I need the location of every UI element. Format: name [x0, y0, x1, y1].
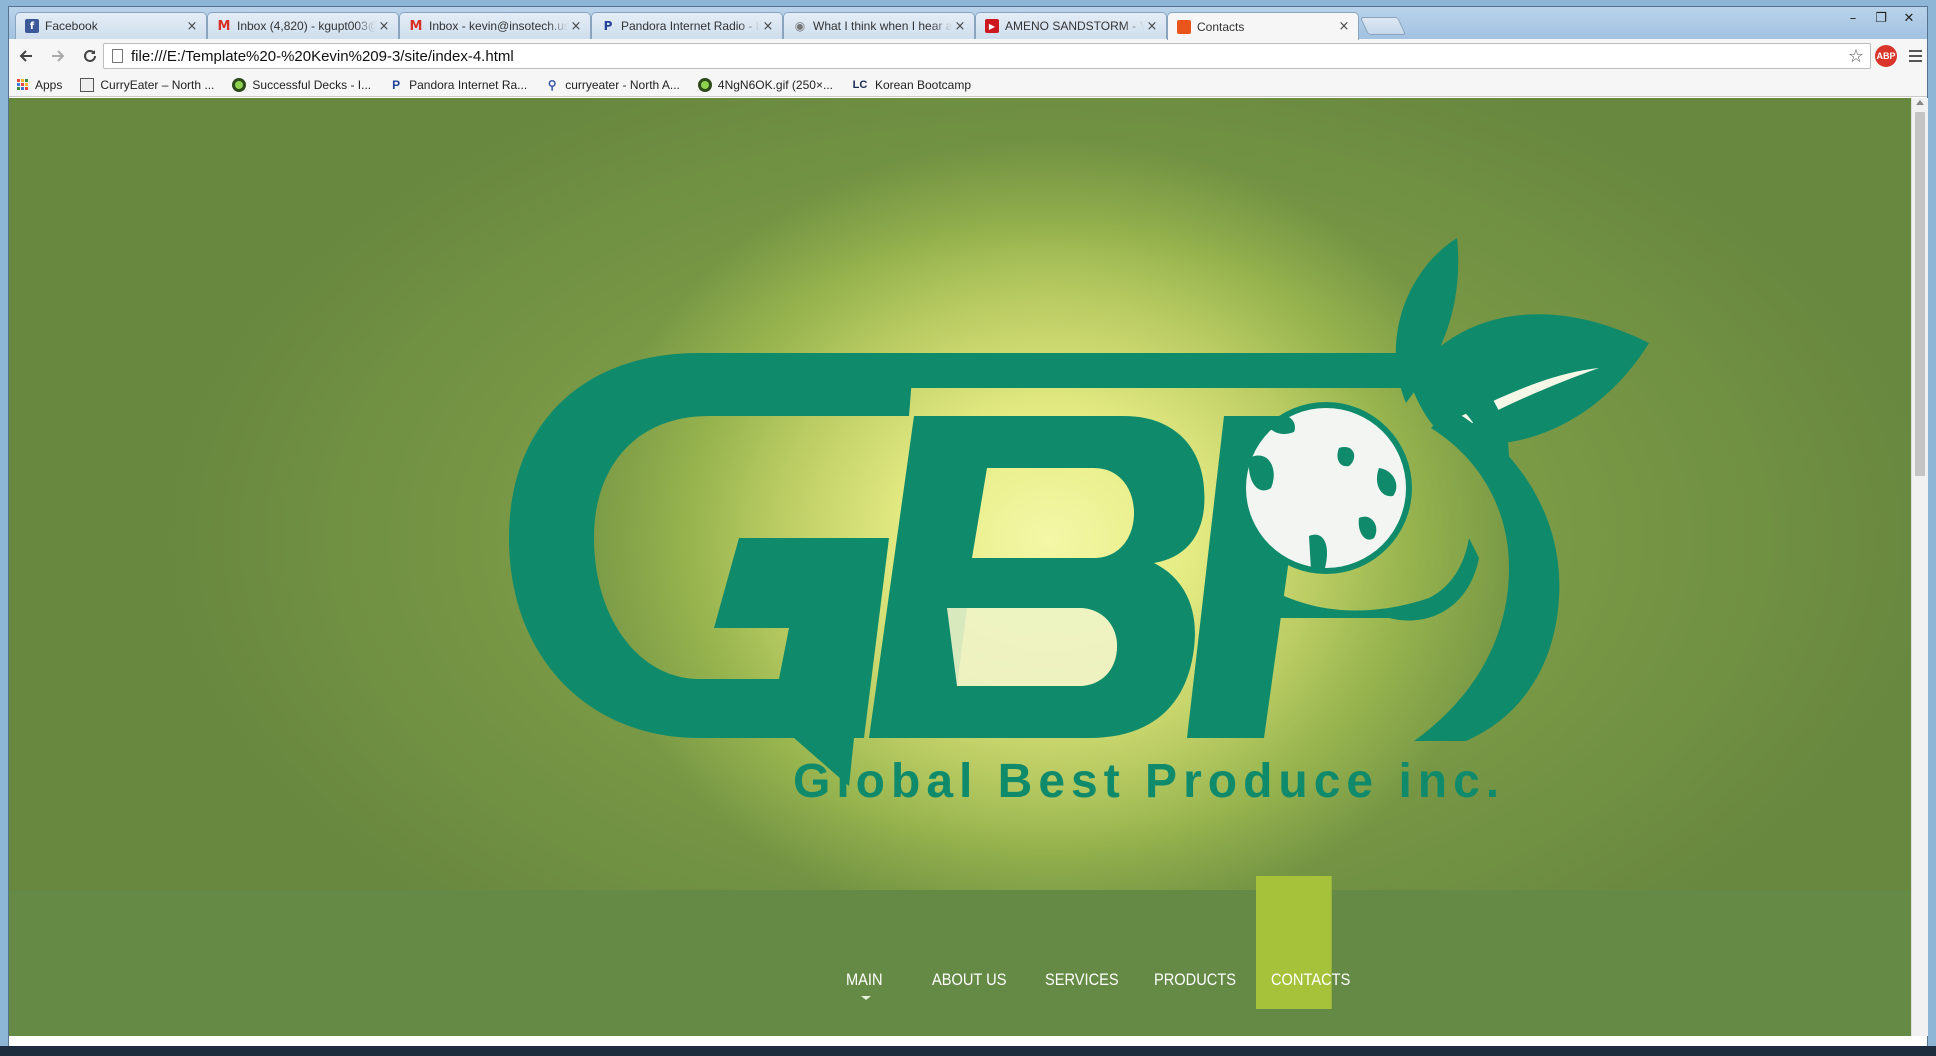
bookmark-label: curryeater - North A...: [565, 77, 680, 92]
bookmark-label: 4NgN6OK.gif (250×...: [717, 77, 833, 92]
tab-reddit[interactable]: ◉ What I think when I hear a ×: [783, 12, 975, 39]
bookmark-successful-decks[interactable]: Successful Decks - I...: [232, 77, 372, 92]
nav-main[interactable]: MAIN: [846, 970, 883, 990]
main-navigation: MAIN ABOUT US SERVICES PRODUCTS CONTACTS: [9, 876, 1911, 1036]
apps-icon: [15, 78, 29, 92]
link-icon: ⚲: [547, 77, 557, 92]
green-circle-icon: [697, 77, 712, 92]
page-icon: [80, 77, 95, 92]
chevron-down-icon: [861, 996, 871, 1000]
forward-arrow-icon: [52, 50, 65, 62]
tab-title: Inbox (4,820) - kgupt003@: [237, 19, 376, 33]
bookmark-label: Successful Decks - I...: [252, 77, 372, 92]
tab-title: Contacts: [1197, 19, 1245, 34]
nav-about-us[interactable]: ABOUT US: [932, 970, 1006, 990]
bookmark-pandora[interactable]: P Pandora Internet Ra...: [389, 78, 527, 92]
green-circle-icon: [232, 77, 247, 92]
pandora-icon: P: [603, 19, 613, 33]
forward-button[interactable]: [43, 42, 73, 70]
tab-youtube[interactable]: ▶ AMENO SANDSTORM - Y ×: [975, 12, 1167, 39]
close-icon[interactable]: ×: [184, 19, 200, 34]
youtube-icon: ▶: [985, 19, 999, 33]
bookmarks-bar: Apps CurryEater – North ... Successful D…: [9, 73, 1927, 97]
gmail-icon: M: [217, 18, 231, 34]
bookmark-curryeater-north[interactable]: ⚲ curryeater - North A...: [545, 78, 680, 92]
pandora-icon: P: [392, 77, 401, 92]
tab-pandora[interactable]: P Pandora Internet Radio - L ×: [591, 12, 783, 39]
bookmark-star-icon[interactable]: ☆: [1848, 46, 1864, 67]
tab-facebook[interactable]: f Facebook ×: [15, 12, 207, 39]
nav-services[interactable]: SERVICES: [1045, 970, 1119, 990]
close-icon[interactable]: ×: [760, 19, 776, 34]
reload-button[interactable]: [75, 42, 105, 70]
reddit-icon: ◉: [794, 19, 806, 33]
company-name: Global Best Produce inc.: [793, 755, 1506, 808]
tab-title: Inbox - kevin@insotech.us: [429, 19, 568, 33]
browser-window: f Facebook × M Inbox (4,820) - kgupt003@…: [8, 6, 1928, 1046]
os-taskbar: [0, 1046, 1936, 1056]
close-icon[interactable]: ×: [376, 19, 392, 34]
bookmark-label: Pandora Internet Ra...: [409, 77, 528, 92]
new-tab-button[interactable]: [1359, 17, 1407, 35]
bookmark-apps[interactable]: Apps: [15, 78, 62, 92]
tab-inbox-kevin[interactable]: M Inbox - kevin@insotech.us ×: [399, 12, 591, 39]
page-viewport: Global Best Produce inc. MAIN ABOUT US S…: [9, 98, 1911, 1036]
facebook-icon: f: [25, 19, 39, 33]
vertical-scrollbar[interactable]: [1911, 98, 1928, 1036]
bookmark-curryeater[interactable]: CurryEater – North ...: [80, 77, 215, 92]
back-arrow-icon: [19, 50, 32, 62]
adblock-plus-icon[interactable]: ABP: [1875, 45, 1897, 67]
reload-icon: [84, 49, 96, 62]
address-bar[interactable]: file:///E:/Template%20-%20Kevin%209-3/si…: [103, 43, 1871, 69]
scroll-thumb[interactable]: [1915, 112, 1925, 476]
tab-inbox-kgupt[interactable]: M Inbox (4,820) - kgupt003@ ×: [207, 12, 399, 39]
close-icon[interactable]: ×: [952, 19, 968, 34]
url-text[interactable]: file:///E:/Template%20-%20Kevin%209-3/si…: [131, 48, 1848, 65]
tab-title: Pandora Internet Radio - L: [621, 19, 760, 33]
gmail-icon: M: [409, 18, 423, 34]
close-icon[interactable]: ×: [568, 19, 584, 34]
bookmark-label: CurryEater – North ...: [100, 77, 215, 92]
chrome-menu-icon[interactable]: [1905, 45, 1925, 67]
tab-title: AMENO SANDSTORM - Y: [1005, 19, 1144, 33]
nav-contacts[interactable]: CONTACTS: [1271, 970, 1350, 990]
bookmark-gif[interactable]: 4NgN6OK.gif (250×...: [697, 77, 833, 92]
tab-title: What I think when I hear a: [813, 19, 952, 33]
page-icon: [112, 49, 123, 63]
page-bottom-strip: [9, 1036, 1927, 1046]
scroll-up-icon[interactable]: [1916, 100, 1924, 105]
back-button[interactable]: [11, 42, 41, 70]
bookmark-label: Korean Bootcamp: [874, 77, 972, 92]
bookmark-korean-bootcamp[interactable]: LC Korean Bootcamp: [851, 78, 971, 92]
nav-products[interactable]: PRODUCTS: [1154, 970, 1236, 990]
restore-icon[interactable]: ❐: [1867, 7, 1895, 29]
close-icon[interactable]: ×: [1144, 19, 1160, 34]
tab-strip: f Facebook × M Inbox (4,820) - kgupt003@…: [9, 7, 1927, 40]
minimize-icon[interactable]: –: [1839, 7, 1867, 29]
close-icon[interactable]: ×: [1336, 19, 1352, 34]
site-favicon: [1177, 19, 1191, 34]
lc-icon: LC: [852, 78, 868, 91]
window-controls: – ❐ ✕: [1839, 7, 1923, 29]
browser-toolbar: file:///E:/Template%20-%20Kevin%209-3/si…: [9, 39, 1927, 73]
window-close-icon[interactable]: ✕: [1895, 7, 1923, 29]
bookmark-label: Apps: [35, 77, 63, 92]
tab-contacts[interactable]: Contacts ×: [1167, 12, 1359, 40]
tab-title: Facebook: [45, 19, 98, 33]
